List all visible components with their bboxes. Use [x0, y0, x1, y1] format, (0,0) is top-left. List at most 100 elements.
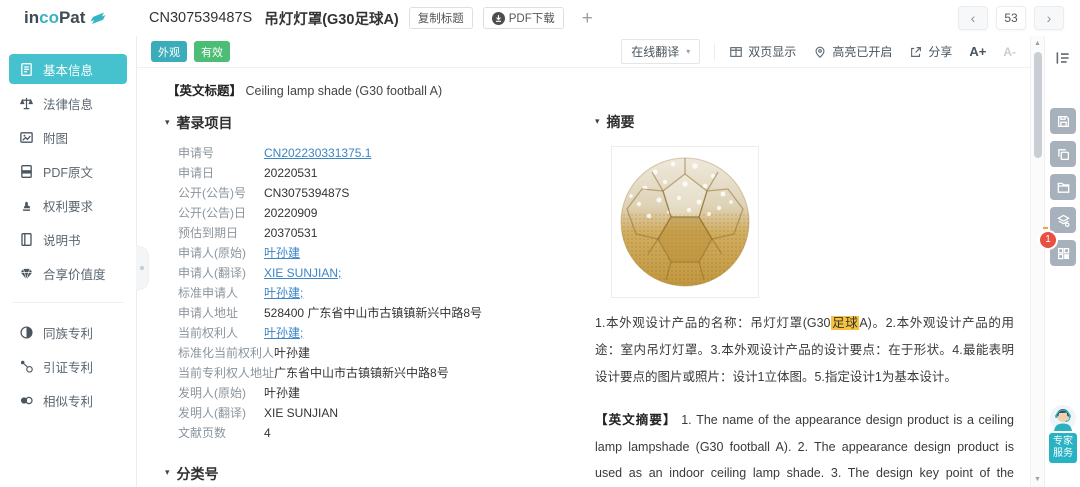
pin-icon: [815, 46, 825, 58]
share-icon: [911, 46, 922, 57]
field-row: 申请日 20220531: [178, 166, 318, 180]
sidebar-divider: [12, 302, 124, 303]
field-row: 当前专利权人地址 广东省中山市古镇镇新兴中路8号: [178, 366, 449, 380]
scroll-down-arrow-icon[interactable]: ▼: [1031, 476, 1044, 483]
field-row: 当前权利人 叶孙建;: [178, 326, 304, 340]
right-tool-rail: 1 专家 服务: [1040, 36, 1080, 487]
abstract-chinese: 1.本外观设计产品的名称：吊灯灯罩(G30足球A)。2.本外观设计产品的用途：室…: [595, 316, 1014, 384]
result-count: 53: [996, 6, 1026, 30]
main-panel: 外观 有效 在线翻译 ▾ 双页显示 高亮已开启 分享 A+ A- 【英文标题】 …: [137, 36, 1030, 487]
caret-down-icon: ▾: [165, 116, 170, 127]
sidebar-item-family-patents[interactable]: 同族专利: [9, 317, 127, 347]
field-row: 申请人(翻译) XIE SUNJIAN;: [178, 266, 342, 280]
dual-page-button[interactable]: 双页显示: [729, 43, 796, 60]
folder-icon: [1057, 182, 1069, 193]
scroll-up-arrow-icon[interactable]: ▲: [1031, 40, 1044, 47]
current-assignee-link[interactable]: 叶孙建;: [264, 327, 303, 340]
field-row: 标准申请人 叶孙建;: [178, 286, 304, 300]
pdf-download-button[interactable]: PDF下载: [482, 7, 564, 29]
document-icon: [21, 62, 32, 76]
notification-badge: 1: [1040, 232, 1056, 248]
field-row: 申请人(原始) 叶孙建: [178, 246, 301, 260]
expert-service-button[interactable]: 专家 服务: [1049, 405, 1077, 463]
toc-icon[interactable]: [1054, 49, 1072, 67]
new-tab-button[interactable]: +: [582, 9, 593, 28]
online-translate-dropdown[interactable]: 在线翻译 ▾: [621, 39, 701, 64]
highlighted-keyword: 足球: [830, 316, 860, 330]
vertical-scrollbar[interactable]: ▲ ▼: [1030, 36, 1044, 487]
sidebar-item-pdf-original[interactable]: PDF原文: [9, 156, 127, 186]
layers-settings-button[interactable]: [1043, 207, 1076, 233]
expert-service-label: 专家 服务: [1049, 433, 1077, 463]
field-row: 申请人地址 528400 广东省中山市古镇镇新兴中路8号: [178, 306, 483, 320]
logo-swoosh-icon: [90, 12, 106, 24]
toolbar-separator: [714, 43, 716, 60]
patent-number: CN307539487S: [149, 10, 253, 26]
english-title-line: 【英文标题】 Ceiling lamp shade (G30 football …: [167, 84, 443, 98]
sidebar-item-legal-info[interactable]: 法律信息: [9, 88, 127, 118]
folder-button[interactable]: [1050, 174, 1076, 200]
caret-down-icon: ▾: [595, 115, 600, 126]
caret-down-icon: ▾: [165, 467, 170, 477]
copy-icon: [1057, 148, 1069, 160]
font-decrease-button[interactable]: A-: [1003, 45, 1016, 59]
field-row: 公开(公告)日 20220909: [178, 206, 318, 220]
applicant-original-link[interactable]: 叶孙建: [264, 247, 300, 260]
field-row: 发明人(原始) 叶孙建: [178, 386, 301, 400]
scrollbar-thumb[interactable]: [1034, 52, 1042, 158]
sidebar-item-similar-patents[interactable]: 相似专利: [9, 385, 127, 415]
sidebar-item-basic-info[interactable]: 基本信息: [9, 54, 127, 84]
field-row: 标准化当前权利人 叶孙建: [178, 346, 311, 360]
pdf-icon: [21, 164, 32, 178]
field-row: 发明人(翻译) XIE SUNJIAN: [178, 406, 339, 420]
tag-design-patent: 外观: [151, 41, 187, 62]
sidebar-item-figures[interactable]: 附图: [9, 122, 127, 152]
field-row: 申请号 CN202230331375.1: [178, 146, 372, 160]
tag-valid-status: 有效: [194, 41, 230, 62]
save-button[interactable]: [1050, 108, 1076, 134]
bibliography-column: 【英文标题】 Ceiling lamp shade (G30 football …: [165, 68, 595, 487]
copy-title-button[interactable]: 复制标题: [408, 7, 473, 29]
image-icon: [20, 131, 33, 143]
sidebar-item-claims[interactable]: 权利要求: [9, 190, 127, 220]
applicant-translated-link[interactable]: XIE SUNJIAN;: [264, 267, 341, 280]
section-bibliography[interactable]: ▾ 著录项目: [165, 113, 595, 133]
apps-grid-button[interactable]: 1: [1040, 232, 1076, 266]
football-lamp-icon: [620, 157, 750, 287]
prev-patent-button[interactable]: ‹: [958, 6, 988, 30]
download-icon: [491, 11, 505, 25]
book-icon: [21, 232, 32, 246]
citation-icon: [20, 360, 33, 373]
sidebar-item-citation-patents[interactable]: 引证专利: [9, 351, 127, 381]
sidebar-collapse-handle[interactable]: [136, 246, 149, 290]
next-patent-button[interactable]: ›: [1034, 6, 1064, 30]
similar-icon: [20, 396, 33, 404]
sidebar-item-description[interactable]: 说明书: [9, 224, 127, 254]
section-abstract[interactable]: ▾ 摘要: [595, 112, 1014, 132]
chevron-down-icon: ▾: [686, 47, 691, 56]
scales-icon: [19, 97, 34, 109]
highlight-toggle[interactable]: 高亮已开启: [813, 43, 892, 60]
section-classification[interactable]: ▾ 分类号: [165, 464, 595, 484]
incopat-patent-detail-page: in co Pat CN307539487S 吊灯灯罩(G30足球A) 复制标题 P…: [0, 0, 1080, 487]
font-increase-button[interactable]: A+: [969, 44, 986, 59]
copy-button[interactable]: [1050, 141, 1076, 167]
share-button[interactable]: 分享: [909, 43, 952, 60]
stamp-icon: [22, 201, 31, 211]
patent-title: 吊灯灯罩(G30足球A): [264, 11, 399, 28]
abstract-english: 【英文摘要】 1. The name of the appearance des…: [595, 413, 1014, 480]
layers-icon: [1056, 214, 1070, 227]
gem-icon: [20, 268, 33, 280]
abstract-column: ▾ 摘要 1.本外观设计产品的名称：吊灯灯罩(G30足球A)。2.本外观设计产品…: [595, 68, 1030, 487]
detail-toolbar: 外观 有效 在线翻译 ▾ 双页显示 高亮已开启 分享 A+ A-: [137, 36, 1030, 68]
left-sidebar: 基本信息 法律信息 附图 PDF原文 权利要求 说明书 合享价值度 同族专利 引…: [0, 36, 149, 487]
application-number-link[interactable]: CN202230331375.1: [264, 147, 371, 160]
top-header: in co Pat CN307539487S 吊灯灯罩(G30足球A) 复制标题 P…: [0, 0, 1080, 36]
sidebar-item-value-score[interactable]: 合享价值度: [9, 258, 127, 288]
dual-page-icon: [730, 46, 743, 57]
result-pager: ‹ 53 ›: [958, 6, 1080, 30]
field-row: 公开(公告)号 CN307539487S: [178, 186, 350, 200]
incopat-logo[interactable]: in co Pat: [24, 8, 107, 28]
standard-applicant-link[interactable]: 叶孙建;: [264, 287, 303, 300]
patent-figure-image[interactable]: [611, 146, 759, 298]
